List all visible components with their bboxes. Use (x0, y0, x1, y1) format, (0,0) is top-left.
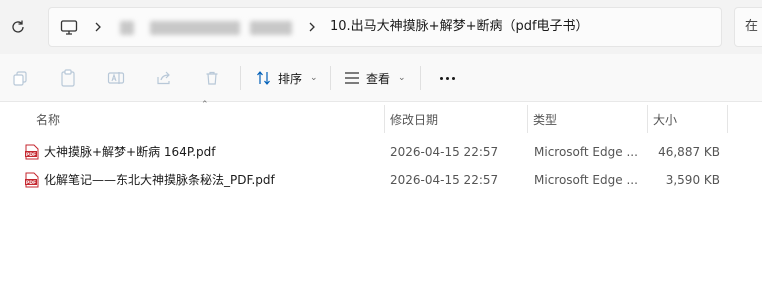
view-button[interactable]: 查看 ⌄ (344, 66, 406, 90)
pdf-file-icon: PDF (25, 172, 39, 188)
command-bar: 排序 ⌄ 查看 ⌄ (0, 54, 762, 102)
share-icon[interactable] (154, 68, 174, 88)
file-type: Microsoft Edge ... (534, 173, 638, 187)
breadcrumb-current-folder[interactable]: 10.出马大神摸脉+解梦+断病（pdf电子书） (330, 17, 589, 37)
delete-icon[interactable] (202, 68, 222, 88)
view-label: 查看 (366, 71, 391, 86)
toolbar-divider (420, 66, 421, 90)
file-row[interactable]: PDF 化解笔记——东北大神摸脉条秘法_PDF.pdf 2026-04-15 2… (18, 167, 728, 193)
sort-label: 排序 (278, 71, 303, 86)
sort-button[interactable]: 排序 ⌄ (256, 66, 318, 90)
toolbar-divider (330, 66, 331, 90)
sort-icon (257, 71, 270, 85)
chevron-right-icon[interactable] (306, 17, 318, 37)
file-row[interactable]: PDF 大神摸脉+解梦+断病 164P.pdf 2026-04-15 22:57… (18, 139, 728, 165)
sort-ascending-icon: ⌃ (201, 100, 209, 110)
file-modified: 2026-04-15 22:57 (390, 173, 499, 187)
redacted-breadcrumb[interactable] (250, 21, 292, 35)
svg-text:PDF: PDF (26, 180, 36, 186)
paste-icon[interactable] (58, 68, 78, 88)
file-type: Microsoft Edge ... (534, 145, 638, 159)
file-name[interactable]: 大神摸脉+解梦+断病 164P.pdf (44, 139, 384, 165)
column-header-modified[interactable]: 修改日期 (384, 103, 527, 133)
chevron-down-icon: ⌄ (310, 73, 318, 83)
rename-icon[interactable] (106, 68, 126, 88)
chevron-down-icon: ⌄ (398, 73, 406, 83)
svg-text:PDF: PDF (26, 152, 36, 158)
chevron-right-icon[interactable] (92, 17, 104, 37)
file-modified: 2026-04-15 22:57 (390, 145, 499, 159)
more-options-icon[interactable] (436, 68, 458, 88)
column-header-type[interactable]: 类型 (527, 103, 647, 133)
redacted-breadcrumb[interactable] (150, 21, 240, 35)
file-size: 3,590 KB (665, 173, 720, 187)
toolbar-divider (240, 66, 241, 90)
pdf-file-icon: PDF (25, 144, 39, 160)
column-header-row: 名称 修改日期 类型 大小 (0, 103, 762, 133)
column-header-size[interactable]: 大小 (647, 103, 727, 133)
this-pc-icon[interactable] (60, 17, 78, 37)
file-size: 46,887 KB (658, 145, 720, 159)
column-divider[interactable] (727, 105, 728, 133)
file-name[interactable]: 化解笔记——东北大神摸脉条秘法_PDF.pdf (44, 167, 384, 193)
copy-icon[interactable] (10, 68, 30, 88)
refresh-icon[interactable] (8, 17, 28, 37)
search-input[interactable]: 在 (745, 17, 758, 37)
address-bar-row: 10.出马大神摸脉+解梦+断病（pdf电子书） 在 (0, 0, 762, 54)
redacted-breadcrumb[interactable] (120, 21, 134, 35)
view-icon (345, 72, 359, 84)
